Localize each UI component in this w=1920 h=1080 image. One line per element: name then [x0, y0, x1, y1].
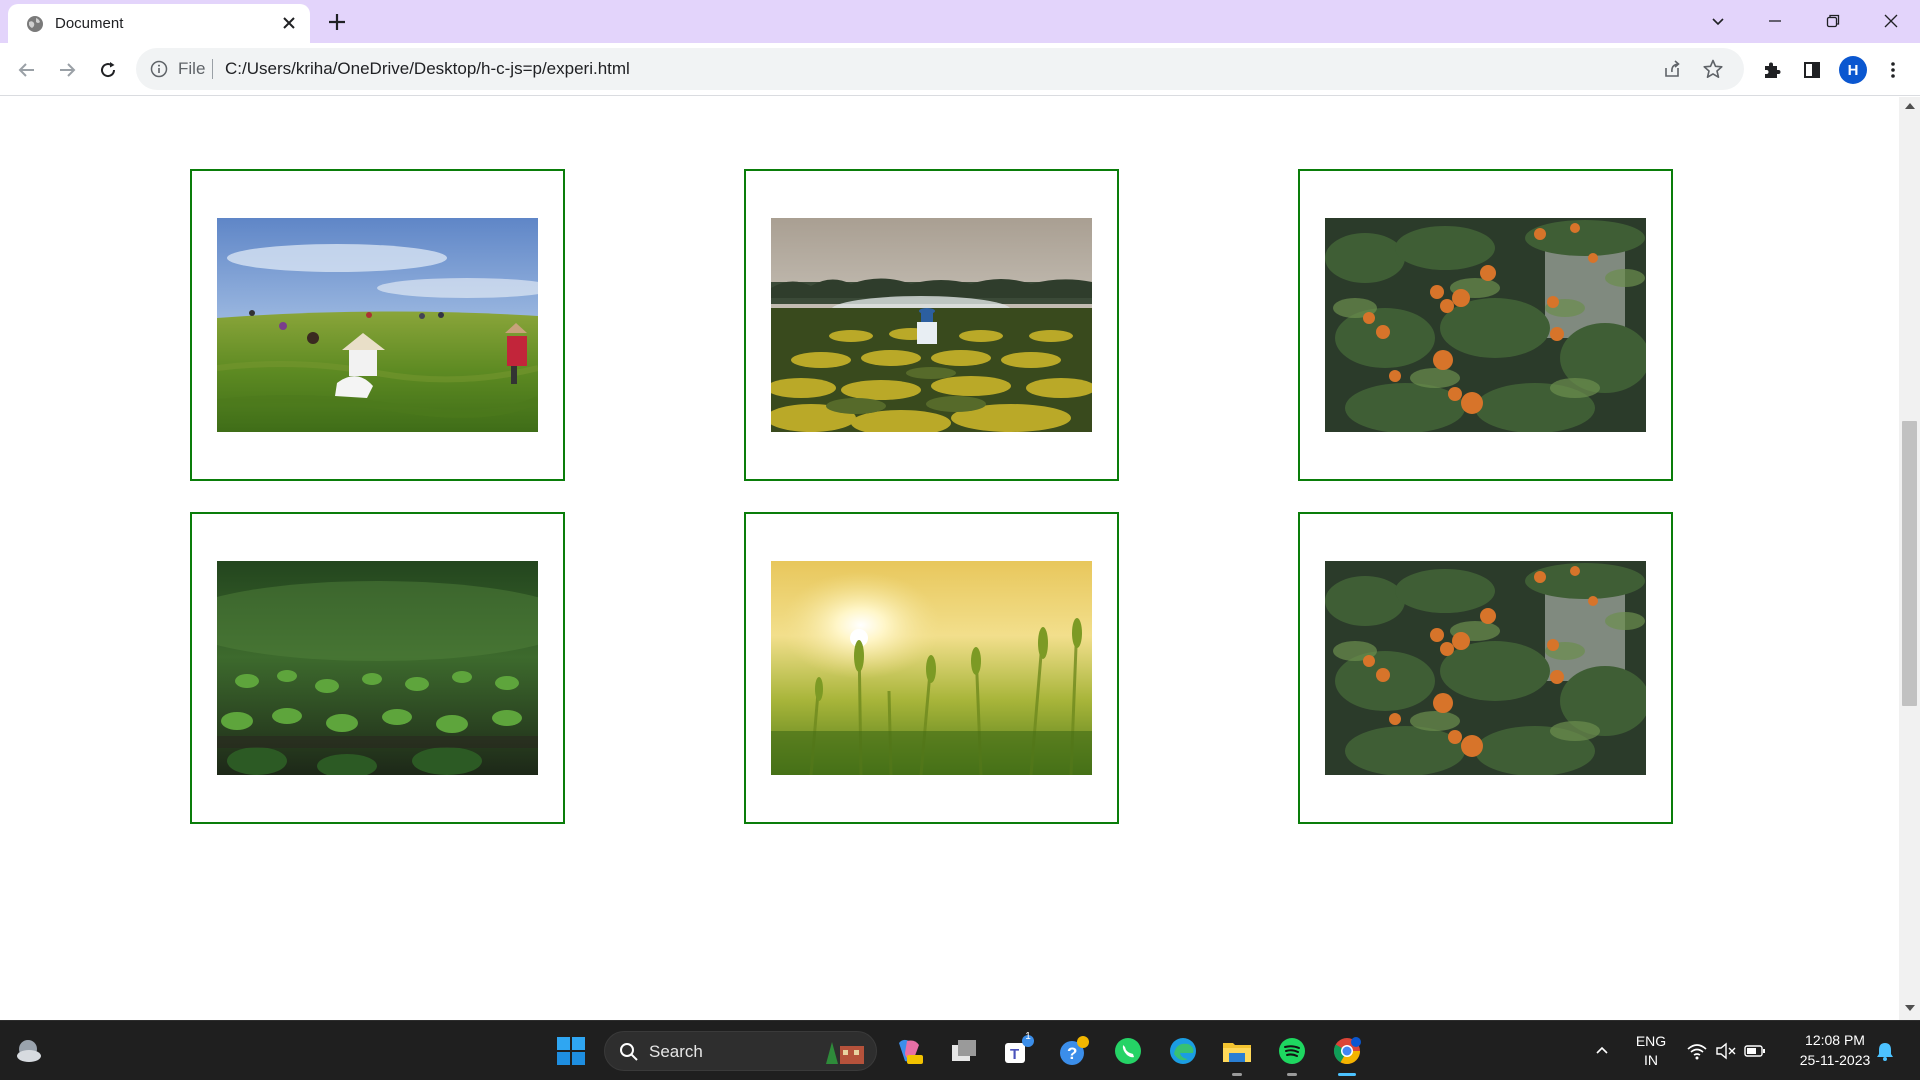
url-text[interactable]: C:/Users/kriha/OneDrive/Desktop/h-c-js=p…	[225, 59, 630, 79]
orange-tree-photo	[1325, 561, 1646, 775]
new-tab-icon[interactable]	[325, 10, 349, 34]
notifications-button[interactable]	[1872, 1035, 1898, 1067]
copilot-icon	[899, 1039, 923, 1064]
taskbar-help[interactable]: ?	[1058, 1035, 1090, 1067]
folder-icon	[1223, 1043, 1251, 1062]
help-icon: ?	[1060, 1036, 1089, 1065]
battery-status[interactable]	[1742, 1035, 1768, 1067]
weather-widget[interactable]	[12, 1035, 44, 1067]
battery-icon	[1744, 1045, 1765, 1057]
search-icon	[620, 1043, 638, 1061]
back-button[interactable]	[14, 57, 40, 83]
windows-taskbar: Search T 1 ? ENG IN 12:08 PM 25-11-2023	[0, 1020, 1920, 1080]
cloud-moon-icon	[17, 1040, 41, 1062]
image-card	[1298, 169, 1673, 481]
forward-button[interactable]	[54, 57, 80, 83]
chevron-up-icon	[1596, 1046, 1608, 1054]
search-highlight-icon	[826, 1042, 864, 1064]
start-button[interactable]	[555, 1035, 587, 1067]
taskbar-edge[interactable]	[1167, 1035, 1199, 1067]
taskbar-chrome[interactable]	[1331, 1035, 1363, 1067]
volume-muted-icon	[1716, 1042, 1736, 1060]
show-hidden-icons-button[interactable]	[1586, 1035, 1618, 1067]
browser-tab-strip: Document	[0, 0, 1920, 43]
wifi-status[interactable]	[1684, 1035, 1710, 1067]
minimize-button[interactable]	[1752, 6, 1798, 36]
farmer-spraying-flower-rows-photo	[771, 218, 1092, 432]
taskbar-task-view[interactable]	[948, 1035, 980, 1067]
running-indicator	[1232, 1073, 1242, 1076]
image-card	[190, 512, 565, 824]
scroll-down-arrow[interactable]	[1905, 1005, 1915, 1011]
taskbar-whatsapp[interactable]	[1112, 1035, 1144, 1067]
browser-toolbar: File C:/Users/kriha/OneDrive/Desktop/h-c…	[0, 43, 1920, 96]
arrow-left-icon	[18, 63, 34, 77]
image-card	[1298, 512, 1673, 824]
puzzle-icon	[1765, 62, 1781, 78]
side-panel-button[interactable]	[1799, 57, 1825, 83]
tab-title: Document	[55, 15, 124, 32]
arrow-right-icon	[60, 63, 76, 77]
tab-search-button[interactable]	[1695, 6, 1741, 36]
reload-icon	[101, 62, 116, 78]
running-indicator	[1287, 1073, 1297, 1076]
share-icon[interactable]	[1662, 59, 1682, 79]
teams-badge: 1	[1025, 1031, 1031, 1042]
svg-text:T: T	[1010, 1046, 1019, 1063]
reload-button[interactable]	[95, 57, 121, 83]
browser-menu-button[interactable]	[1880, 57, 1906, 83]
search-label: Search	[649, 1042, 703, 1061]
taskbar-spotify[interactable]	[1276, 1035, 1308, 1067]
image-card	[744, 512, 1119, 824]
bookmark-star-icon[interactable]	[1702, 58, 1724, 80]
language-indicator-line1[interactable]: ENG	[1631, 1033, 1671, 1049]
close-icon	[1884, 14, 1898, 28]
language-indicator-line2[interactable]: IN	[1631, 1052, 1671, 1068]
wifi-icon	[1687, 1044, 1707, 1060]
browser-tab[interactable]: Document	[8, 4, 310, 43]
spotify-icon	[1279, 1038, 1305, 1064]
url-separator	[212, 59, 213, 79]
wheat-field-sunset-photo	[771, 561, 1092, 775]
taskbar-teams[interactable]: T 1	[1003, 1031, 1035, 1067]
svg-text:?: ?	[1067, 1044, 1077, 1063]
close-window-button[interactable]	[1868, 6, 1914, 36]
taskbar-search-box[interactable]: Search	[604, 1031, 877, 1071]
image-card	[190, 169, 565, 481]
taskbar-file-explorer[interactable]	[1221, 1035, 1253, 1067]
edge-icon	[1170, 1038, 1196, 1064]
image-card	[744, 169, 1119, 481]
globe-icon	[27, 16, 43, 32]
page-viewport	[0, 97, 1899, 1020]
windows-logo-icon	[557, 1037, 585, 1065]
active-indicator	[1338, 1073, 1356, 1076]
info-icon[interactable]	[150, 60, 168, 78]
minimize-icon	[1769, 20, 1781, 22]
bell-icon	[1877, 1043, 1893, 1061]
task-view-icon	[952, 1040, 976, 1061]
chrome-icon	[1333, 1037, 1361, 1065]
chevron-down-icon	[1712, 18, 1724, 26]
extensions-button[interactable]	[1759, 57, 1785, 83]
restore-button[interactable]	[1810, 6, 1856, 36]
profile-avatar[interactable]: H	[1839, 56, 1867, 84]
close-tab-icon[interactable]	[280, 14, 298, 32]
url-scheme: File	[178, 59, 206, 78]
tea-pickers-field-photo	[217, 218, 538, 432]
orange-tree-photo	[1325, 218, 1646, 432]
side-panel-icon	[1804, 62, 1820, 78]
vertical-scrollbar[interactable]	[1899, 97, 1920, 1020]
taskbar-copilot-preview[interactable]	[893, 1035, 925, 1067]
whatsapp-icon	[1115, 1038, 1141, 1064]
scrollbar-thumb[interactable]	[1902, 421, 1917, 706]
more-vertical-icon	[1891, 62, 1895, 78]
volume-status[interactable]	[1713, 1035, 1739, 1067]
restore-icon	[1826, 14, 1840, 28]
seedlings-closeup-photo	[217, 561, 538, 775]
scroll-up-arrow[interactable]	[1905, 103, 1915, 109]
address-bar[interactable]: File C:/Users/kriha/OneDrive/Desktop/h-c…	[136, 48, 1744, 90]
